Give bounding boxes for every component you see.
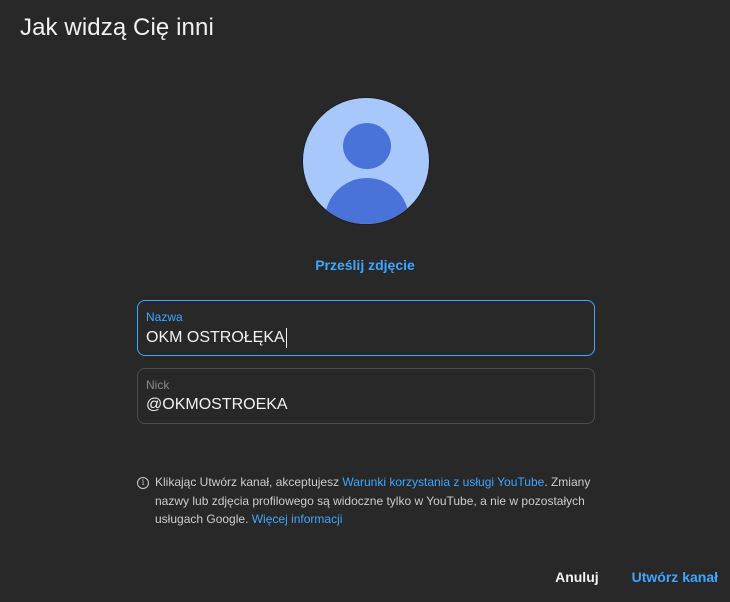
dialog-title: Jak widzą Cię inni xyxy=(20,14,214,41)
terms-notice: i Klikając Utwórz kanał, akceptujesz War… xyxy=(137,473,595,529)
avatar-head xyxy=(343,123,391,169)
upload-photo-link[interactable]: Prześlij zdjęcie xyxy=(0,257,730,273)
info-icon: i xyxy=(137,477,149,489)
dialog-actions: Anuluj Utwórz kanał xyxy=(555,569,718,585)
name-input[interactable]: OKM OSTROŁĘKA xyxy=(146,328,287,348)
notice-text-before: Klikając Utwórz kanał, akceptujesz xyxy=(155,475,343,489)
youtube-terms-link[interactable]: Warunki korzystania z usługi YouTube xyxy=(342,475,544,489)
nick-input[interactable]: @OKMOSTROEKA xyxy=(146,396,288,414)
notice-text: Klikając Utwórz kanał, akceptujesz Warun… xyxy=(155,473,595,529)
nick-field[interactable]: Nick @OKMOSTROEKA xyxy=(137,368,595,424)
name-input-value: OKM OSTROŁĘKA xyxy=(146,329,285,346)
avatar-body xyxy=(325,178,409,224)
default-avatar-icon[interactable] xyxy=(302,97,430,225)
create-channel-button[interactable]: Utwórz kanał xyxy=(632,569,718,585)
cancel-button[interactable]: Anuluj xyxy=(555,569,599,585)
create-channel-dialog: Jak widzą Cię inni Prześlij zdjęcie Nazw… xyxy=(0,0,730,602)
name-field-label: Nazwa xyxy=(146,310,183,324)
text-caret xyxy=(285,328,287,348)
name-field[interactable]: Nazwa OKM OSTROŁĘKA xyxy=(137,300,595,356)
nick-input-value: @OKMOSTROEKA xyxy=(146,396,288,413)
more-info-link[interactable]: Więcej informacji xyxy=(252,512,343,526)
nick-field-label: Nick xyxy=(146,378,170,392)
